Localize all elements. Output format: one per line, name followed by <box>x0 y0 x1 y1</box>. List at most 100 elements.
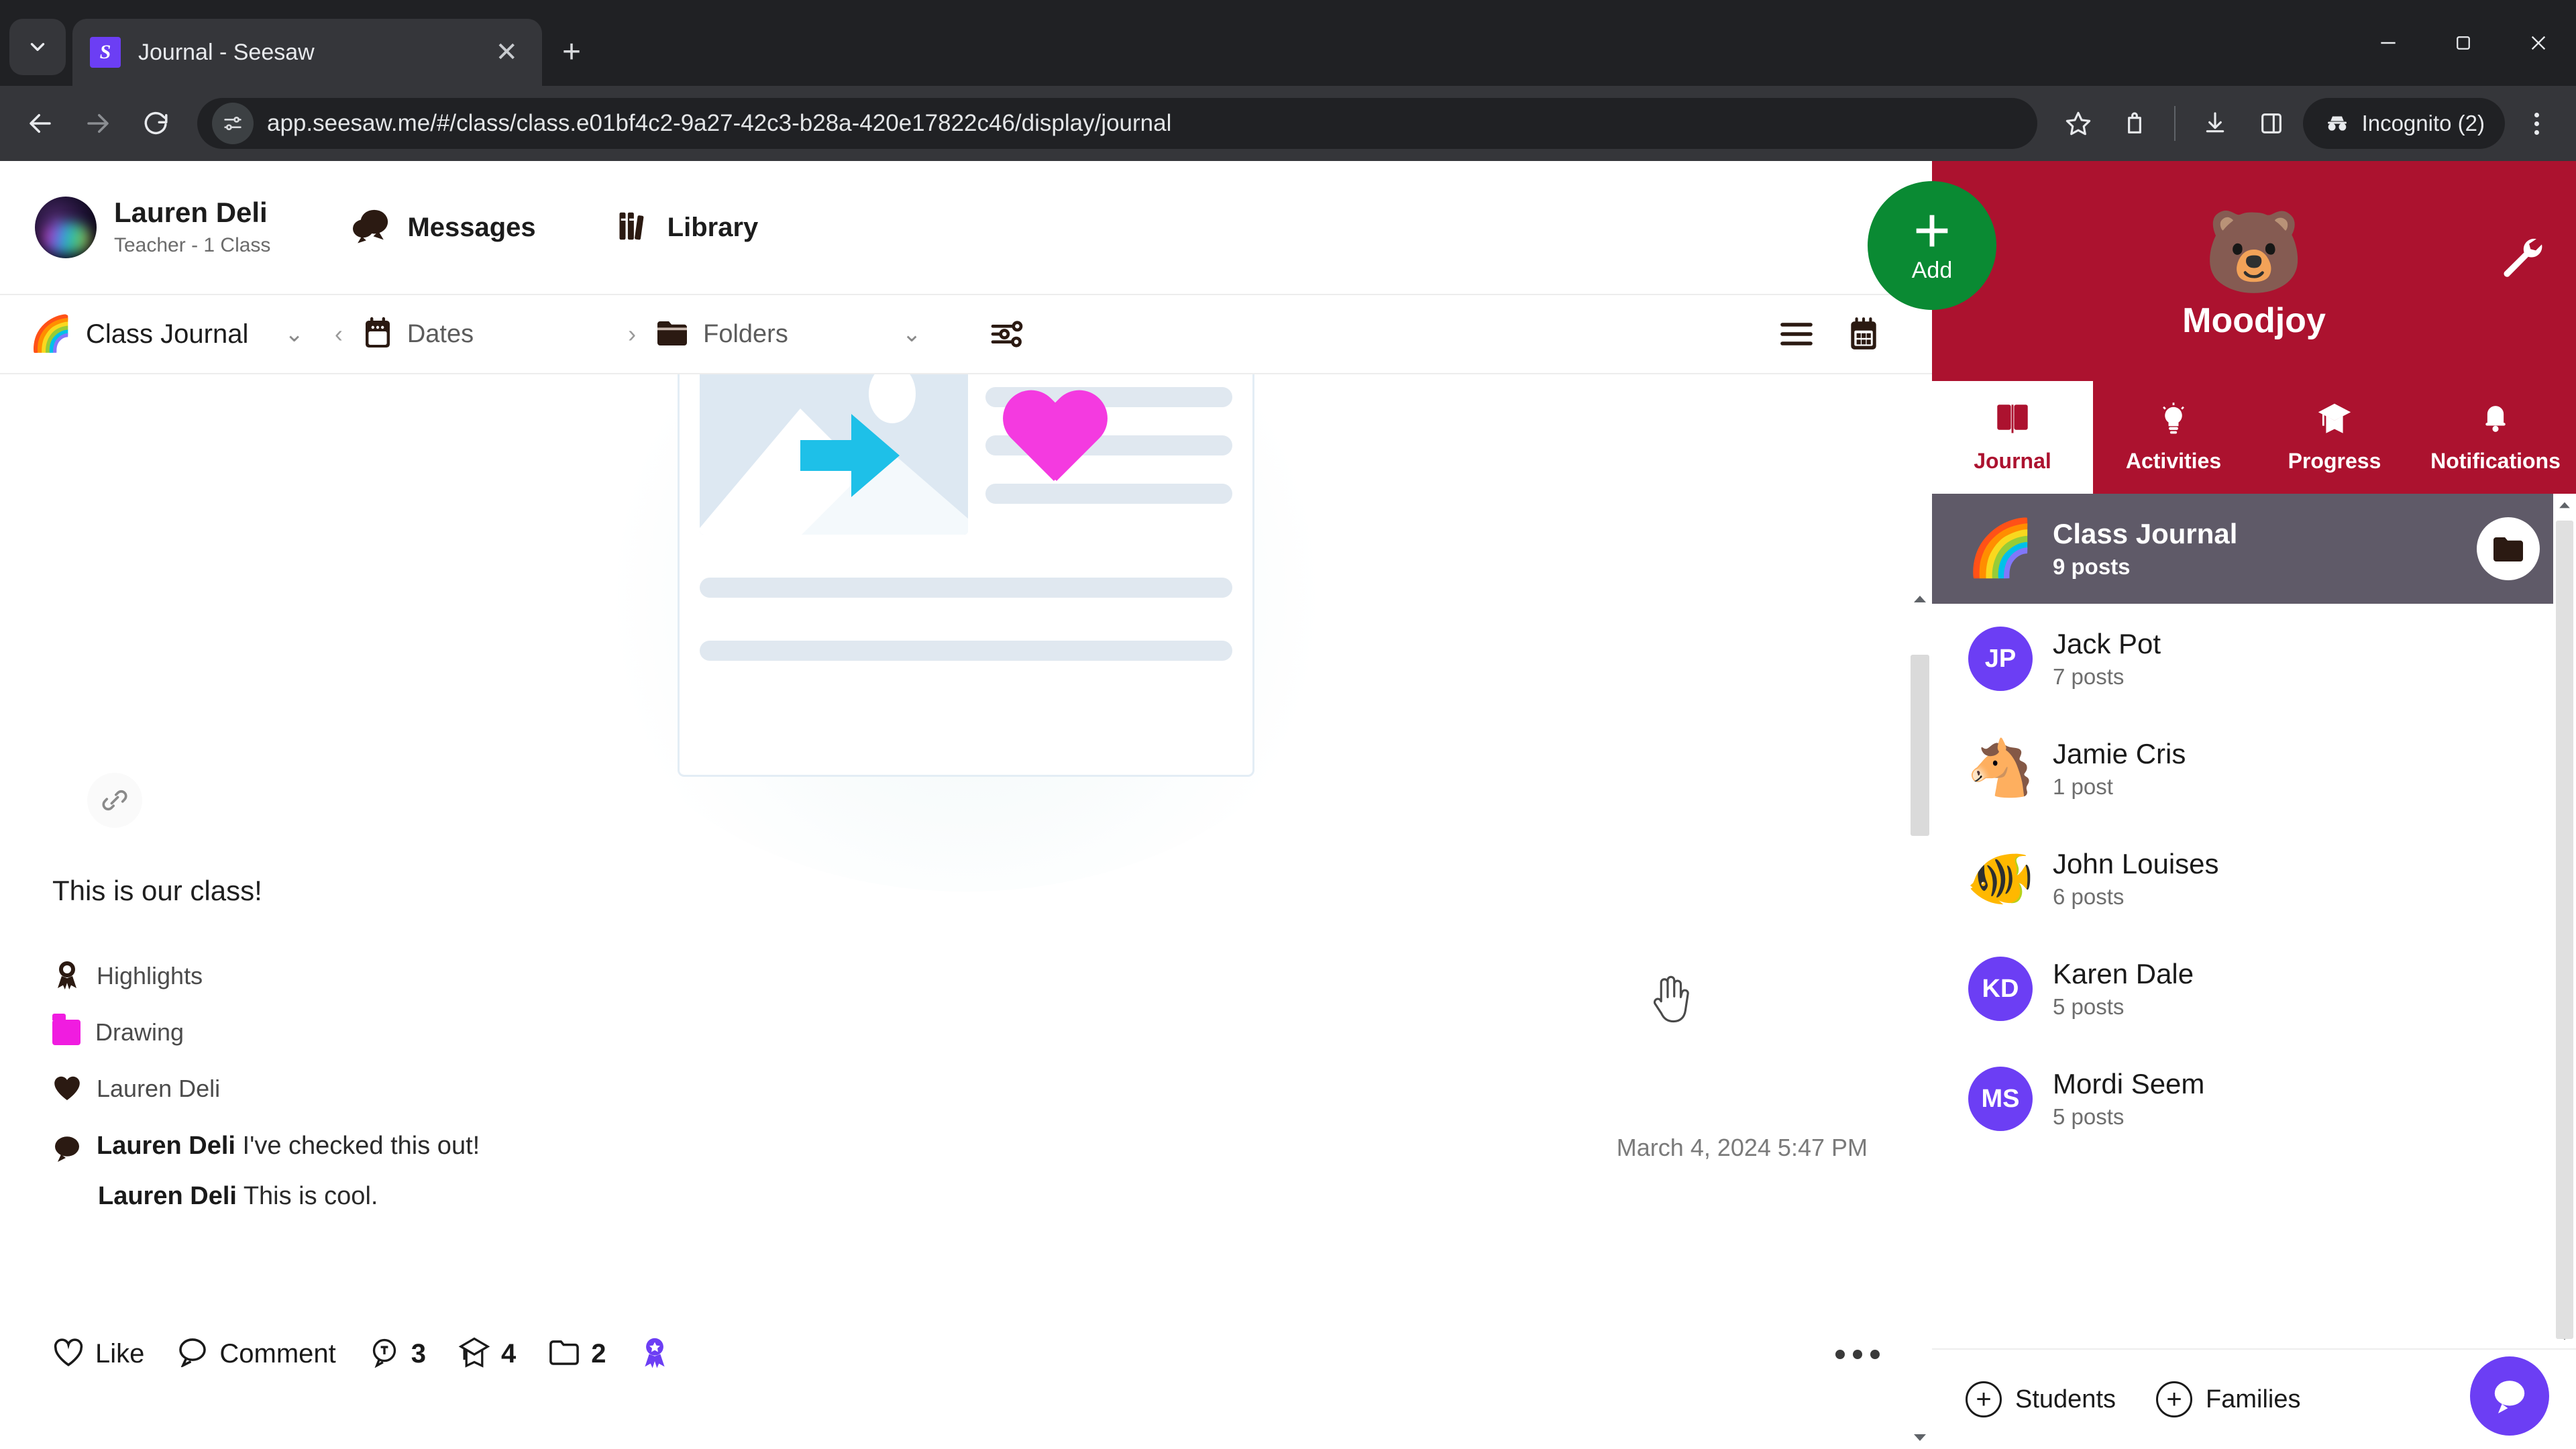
roster-scrollbar[interactable] <box>2553 494 2576 1348</box>
url-text: app.seesaw.me/#/class/class.e01bf4c2-9a2… <box>267 110 1172 136</box>
address-bar[interactable]: app.seesaw.me/#/class/class.e01bf4c2-9a2… <box>197 98 2037 149</box>
maximize-icon[interactable] <box>2426 0 2501 86</box>
forward-arrow-icon[interactable] <box>72 98 123 149</box>
messages-label: Messages <box>407 212 536 242</box>
roster-name: John Louises <box>2053 848 2219 879</box>
list-view-icon[interactable] <box>1778 318 1815 350</box>
book-icon <box>1993 401 2032 441</box>
link-icon[interactable] <box>87 773 142 828</box>
roster-item-student[interactable]: JP Jack Pot 7 posts <box>1932 604 2576 714</box>
settings-wrench-icon[interactable] <box>2496 231 2544 282</box>
download-icon[interactable] <box>2190 99 2240 148</box>
scroll-up-arrow-icon[interactable] <box>2553 494 2576 517</box>
side-panel-icon[interactable] <box>2247 99 2296 148</box>
folder-count-value: 2 <box>591 1339 606 1368</box>
meta-row-folder[interactable]: Drawing <box>52 1008 1880 1057</box>
extensions-icon[interactable] <box>2110 99 2159 148</box>
browser-tab[interactable]: S Journal - Seesaw ✕ <box>72 19 542 86</box>
tab-journal[interactable]: Journal <box>1932 381 2093 494</box>
tab-notifications-label: Notifications <box>2430 449 2561 473</box>
prev-arrow-icon[interactable]: ‹ <box>335 320 343 348</box>
class-name: Moodjoy <box>2182 301 2326 340</box>
next-arrow-icon[interactable]: › <box>628 320 636 348</box>
minimize-icon[interactable] <box>2351 0 2426 86</box>
roster-item-student[interactable]: MS Mordi Seem 5 posts <box>1932 1044 2576 1154</box>
comment-button[interactable]: Comment <box>176 1338 336 1371</box>
messages-icon <box>351 207 392 248</box>
post-attachment-preview[interactable] <box>52 374 1880 892</box>
scrollbar-thumb[interactable] <box>2556 521 2573 1339</box>
scroll-down-arrow-icon[interactable] <box>1908 1426 1932 1449</box>
class-sidebar: + Add 🐻 Moodjoy Journal Activities Progr… <box>1868 161 2576 1449</box>
plus-icon[interactable]: + <box>562 36 581 68</box>
roster-item-class-journal[interactable]: 🌈 Class Journal 9 posts <box>1932 494 2576 604</box>
class-header: + Add 🐻 Moodjoy <box>1868 161 2576 381</box>
meta-row-highlights[interactable]: Highlights <box>52 951 1880 1001</box>
tab-activities-label: Activities <box>2125 449 2222 473</box>
filter-sliders-icon[interactable] <box>988 315 1026 353</box>
folder-icon[interactable] <box>2477 517 2540 580</box>
roster-item-student[interactable]: 🐴 Jamie Cris 1 post <box>1932 714 2576 824</box>
post-card: This is our class! March 4, 2024 5:47 PM… <box>0 374 1932 1395</box>
avatar-initials: MS <box>1981 1084 2020 1113</box>
dates-label: Dates <box>407 319 474 348</box>
page-content: Lauren Deli Teacher - 1 Class Messages L… <box>0 161 2576 1449</box>
tab-activities[interactable]: Activities <box>2093 381 2254 494</box>
user-role: Teacher - 1 Class <box>114 233 271 256</box>
folder-icon <box>52 1014 80 1045</box>
post-timestamp: March 4, 2024 5:47 PM <box>1616 1134 1868 1161</box>
browser-window: S Journal - Seesaw ✕ + app.seesaw.me/#/c… <box>0 0 2576 1449</box>
messages-nav-item[interactable]: Messages <box>351 207 536 248</box>
scroll-up-arrow-icon[interactable] <box>1908 588 1932 610</box>
add-students-button[interactable]: + Students <box>1966 1381 2116 1417</box>
profile-incognito-button[interactable]: Incognito (2) <box>2302 98 2505 149</box>
close-window-icon[interactable] <box>2501 0 2576 86</box>
meta-label: Lauren Deli <box>97 1075 221 1102</box>
journal-selector[interactable]: 🌈 Class Journal <box>31 314 248 354</box>
heart-outline-icon <box>52 1338 85 1371</box>
class-avatar: 🐻 <box>2204 207 2304 297</box>
text-comment-count[interactable]: 3 <box>368 1337 426 1371</box>
roster-item-student[interactable]: 🐠 John Louises 6 posts <box>1932 824 2576 934</box>
chevron-down-icon[interactable]: ⌄ <box>278 321 311 347</box>
progress-count-value: 4 <box>501 1339 517 1368</box>
avatar-initials: JP <box>1984 644 2017 673</box>
star-icon[interactable] <box>2053 99 2103 148</box>
tab-notifications[interactable]: Notifications <box>2415 381 2576 494</box>
roster-post-count: 7 posts <box>2053 664 2125 689</box>
site-settings-icon[interactable] <box>212 103 254 144</box>
dates-filter[interactable]: Dates <box>362 315 474 354</box>
heart-icon <box>1000 392 1108 493</box>
chat-bubble-icon[interactable] <box>2470 1356 2549 1436</box>
tab-search-icon[interactable] <box>9 19 66 75</box>
meta-row-liked-by[interactable]: Lauren Deli <box>52 1064 1880 1114</box>
folder-count[interactable]: 2 <box>548 1338 606 1371</box>
folders-chevron-down-icon[interactable]: ⌄ <box>896 321 928 347</box>
calendar-view-icon[interactable] <box>1846 316 1881 352</box>
highlight-badge[interactable] <box>639 1336 671 1373</box>
meta-label: Highlights <box>97 962 203 989</box>
user-profile-button[interactable]: Lauren Deli Teacher - 1 Class <box>35 197 270 258</box>
tab-progress[interactable]: Progress <box>2254 381 2415 494</box>
folders-filter[interactable]: Folders <box>655 317 788 352</box>
add-families-button[interactable]: + Families <box>2156 1381 2300 1417</box>
scrollbar-thumb[interactable] <box>1911 655 1929 836</box>
roster-post-count: 1 post <box>2053 774 2113 799</box>
reload-icon[interactable] <box>130 98 181 149</box>
library-nav-item[interactable]: Library <box>616 207 758 248</box>
kebab-menu-icon[interactable] <box>2512 99 2561 148</box>
roster-post-count: 9 posts <box>2053 554 2131 579</box>
progress-count[interactable]: 4 <box>458 1336 516 1372</box>
close-icon[interactable]: ✕ <box>488 39 525 66</box>
comment-author: Lauren Deli <box>97 1132 235 1160</box>
scrollbar-track[interactable] <box>1908 610 1932 1426</box>
post-more-options-button[interactable] <box>1835 1349 1880 1359</box>
tab-journal-label: Journal <box>1974 449 2051 473</box>
roster-item-student[interactable]: KD Karen Dale 5 posts <box>1932 934 2576 1044</box>
plus-icon: + <box>1913 194 1951 266</box>
families-label: Families <box>2206 1385 2301 1413</box>
like-button[interactable]: Like <box>52 1338 144 1371</box>
add-button[interactable]: + Add <box>1868 181 1996 310</box>
main-scrollbar[interactable] <box>1908 588 1932 1449</box>
back-arrow-icon[interactable] <box>15 98 66 149</box>
